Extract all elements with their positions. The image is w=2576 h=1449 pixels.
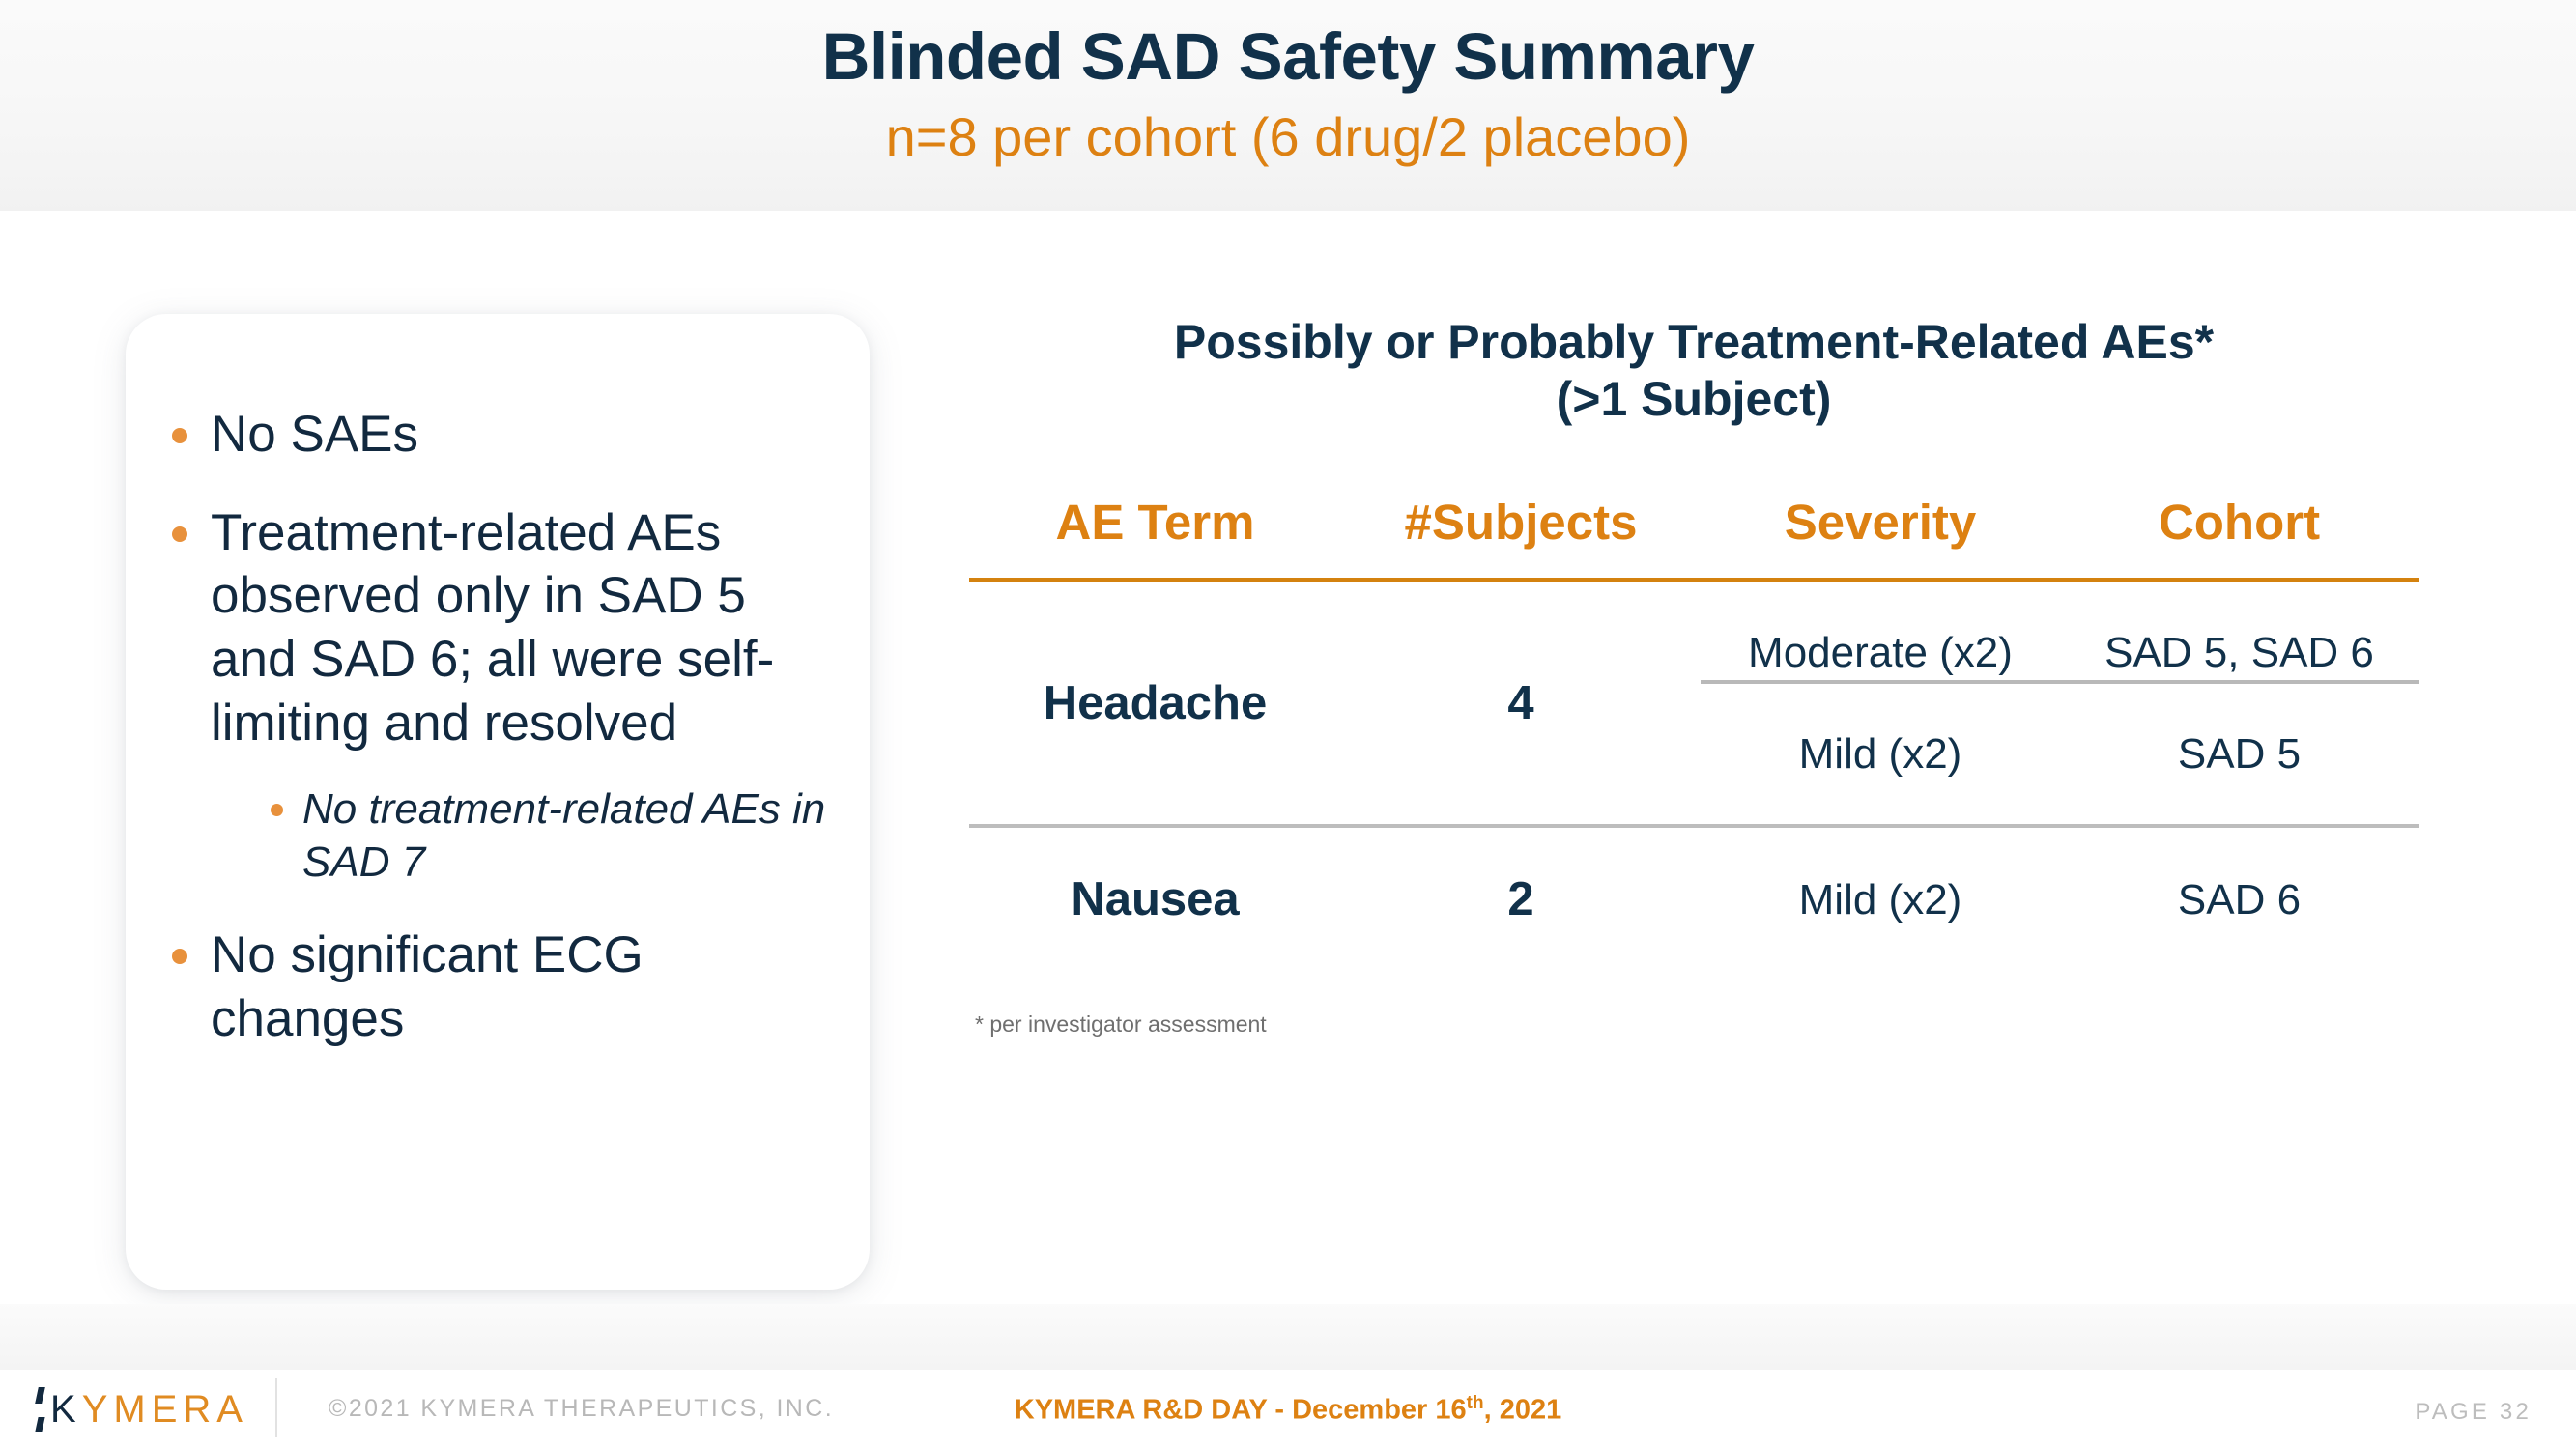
bullet-dot-icon xyxy=(172,949,187,965)
sub-bullet-text: No treatment-related AEs in SAD 7 xyxy=(302,784,826,887)
sub-bullet-list: No treatment-related AEs in SAD 7 xyxy=(271,782,839,890)
event-prefix: KYMERA R&D DAY - December 16 xyxy=(1014,1394,1467,1426)
ae-table-panel: Possibly or Probably Treatment-Related A… xyxy=(969,314,2419,1037)
bullet-dot-icon xyxy=(172,428,187,443)
column-header-subjects: #Subjects xyxy=(1404,495,1638,550)
event-label: KYMERA R&D DAY - December 16th, 2021 xyxy=(0,1393,2576,1427)
cell-cohort: SAD 6 xyxy=(2177,875,2302,923)
table-heading-line-1: Possibly or Probably Treatment-Related A… xyxy=(1173,315,2215,369)
event-ordinal-suffix: th xyxy=(1466,1393,1484,1413)
list-item: Treatment-related AEs observed only in S… xyxy=(172,501,839,890)
page-subtitle: n=8 per cohort (6 drug/2 placebo) xyxy=(885,106,1691,167)
cell-subjects: 2 xyxy=(1507,873,1534,926)
cell-subjects: 4 xyxy=(1507,677,1534,730)
cell-cohort: SAD 5 xyxy=(2177,729,2302,778)
bullet-dot-icon xyxy=(271,803,283,816)
table-row: Headache 4 Moderate (x2) SAD 5, SAD 6 xyxy=(969,582,2419,729)
cell-severity: Mild (x2) xyxy=(1798,875,1962,923)
footer-band xyxy=(0,1304,2576,1370)
cell-ae-term: Headache xyxy=(1043,677,1268,730)
bullet-dot-icon xyxy=(172,526,187,542)
cell-severity: Mild (x2) xyxy=(1798,729,1962,778)
table-row: Nausea 2 Mild (x2) SAD 6 xyxy=(969,828,2419,971)
cell-cohort: SAD 5, SAD 6 xyxy=(2104,629,2374,676)
cell-ae-term: Nausea xyxy=(1071,873,1240,926)
page-number: PAGE 32 xyxy=(2415,1399,2532,1425)
list-item: No treatment-related AEs in SAD 7 xyxy=(271,782,839,890)
event-suffix: , 2021 xyxy=(1483,1394,1562,1426)
column-header-cohort: Cohort xyxy=(2158,495,2321,550)
bullet-text: No SAEs xyxy=(211,406,419,463)
key-findings-list: No SAEs Treatment-related AEs observed o… xyxy=(172,403,839,1051)
list-item: No significant ECG changes xyxy=(172,923,839,1050)
adverse-events-table: AE Term #Subjects Severity Cohort Headac… xyxy=(969,494,2419,971)
column-header-severity: Severity xyxy=(1784,495,1977,550)
table-footnote: * per investigator assessment xyxy=(975,1011,1267,1037)
table-heading-line-2: (>1 Subject) xyxy=(1556,372,1832,426)
table-heading: Possibly or Probably Treatment-Related A… xyxy=(969,314,2419,428)
column-header-ae-term: AE Term xyxy=(1055,495,1255,550)
page-title: Blinded SAD Safety Summary xyxy=(821,19,1755,94)
bullet-text: Treatment-related AEs observed only in S… xyxy=(211,503,775,752)
cell-severity: Moderate (x2) xyxy=(1748,629,2013,676)
list-item: No SAEs xyxy=(172,403,839,467)
bullet-text: No significant ECG changes xyxy=(211,926,644,1048)
table-header-row: AE Term #Subjects Severity Cohort xyxy=(969,494,2419,578)
key-findings-card: No SAEs Treatment-related AEs observed o… xyxy=(126,314,870,1290)
